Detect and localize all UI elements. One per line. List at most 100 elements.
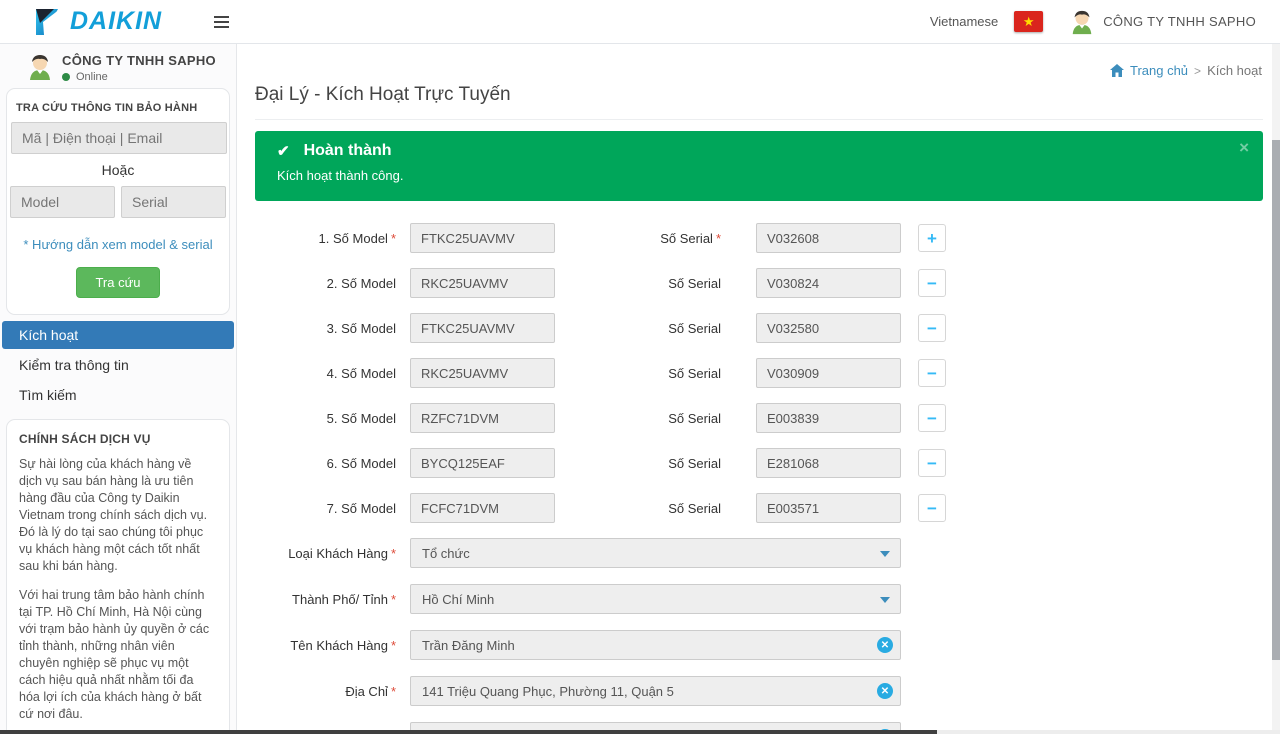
home-icon [1110, 64, 1124, 77]
address-label: Địa Chỉ* [255, 684, 410, 699]
online-status: Online [62, 71, 216, 83]
sidebar-item-kich-hoat[interactable]: Kích hoạt [2, 321, 234, 349]
policy-paragraph: Với hai trung tâm bảo hành chính tại TP.… [19, 587, 217, 723]
product-row: 6. Số Model Số Serial − [255, 448, 1263, 478]
model-input[interactable] [410, 493, 555, 523]
alert-close-icon[interactable]: × [1239, 139, 1249, 156]
model-input[interactable] [410, 313, 555, 343]
sidebar-user-panel: CÔNG TY TNHH SAPHO Online [0, 44, 236, 86]
remove-row-button[interactable]: − [918, 449, 946, 477]
serial-label: Số Serial* [555, 231, 721, 246]
product-row: 4. Số Model Số Serial − [255, 358, 1263, 388]
serial-label: Số Serial [555, 366, 721, 381]
customer-type-value[interactable] [410, 538, 901, 568]
vertical-scrollbar[interactable] [1272, 44, 1280, 730]
app-screen: DAIKIN Vietnamese ★ CÔNG TY TNHH SAPHO [0, 0, 1280, 734]
product-row: 7. Số Model Số Serial − [255, 493, 1263, 523]
city-row: Thành Phố/ Tỉnh* [255, 584, 1263, 614]
model-input[interactable] [410, 448, 555, 478]
product-row: 3. Số Model Số Serial − [255, 313, 1263, 343]
customer-name-label: Tên Khách Hàng* [255, 638, 410, 653]
customer-type-select[interactable] [410, 538, 901, 568]
remove-row-button[interactable]: − [918, 404, 946, 432]
alert-title: Hoàn thành [304, 142, 392, 160]
topbar-right: Vietnamese ★ CÔNG TY TNHH SAPHO [930, 9, 1256, 35]
policy-paragraph: Sự hài lòng của khách hàng về dịch vụ sa… [19, 456, 217, 575]
sidebar-toggle-icon[interactable] [214, 16, 229, 28]
model-input[interactable] [410, 358, 555, 388]
or-label: Hoặc [11, 162, 225, 178]
horizontal-scrollbar-thumb[interactable] [0, 730, 937, 734]
model-label: 1. Số Model* [255, 231, 410, 246]
city-value[interactable] [410, 584, 901, 614]
daikin-logo-mark [34, 8, 64, 36]
model-input[interactable] [410, 403, 555, 433]
breadcrumb-current: Kích hoạt [1207, 63, 1262, 78]
lookup-code-input[interactable] [11, 122, 227, 154]
sidebar-item-kiem-tra-thong-tin[interactable]: Kiểm tra thông tin [2, 351, 234, 379]
sidebar-company-name: CÔNG TY TNHH SAPHO [62, 53, 216, 68]
vertical-scrollbar-thumb[interactable] [1272, 140, 1280, 660]
model-label: 4. Số Model [255, 366, 410, 381]
main-content: Trang chủ > Kích hoạt Đại Lý - Kích Hoạt… [237, 44, 1280, 734]
title-divider [255, 119, 1263, 120]
address-row: Địa Chỉ* ✕ [255, 676, 1263, 706]
daikin-logo[interactable]: DAIKIN [34, 7, 162, 36]
serial-label: Số Serial [555, 501, 721, 516]
lookup-title: TRA CỨU THÔNG TIN BẢO HÀNH [11, 99, 225, 122]
remove-row-button[interactable]: − [918, 359, 946, 387]
customer-name-row: Tên Khách Hàng* ✕ [255, 630, 1263, 660]
model-input[interactable] [410, 223, 555, 253]
remove-row-button[interactable]: − [918, 314, 946, 342]
model-label: 2. Số Model [255, 276, 410, 291]
user-menu[interactable]: CÔNG TY TNHH SAPHO [1069, 9, 1256, 35]
serial-input[interactable] [756, 403, 901, 433]
serial-input[interactable] [756, 493, 901, 523]
chevron-down-icon [880, 597, 890, 603]
customer-name-field: ✕ [410, 630, 901, 660]
city-select[interactable] [410, 584, 901, 614]
breadcrumb: Trang chủ > Kích hoạt [1110, 63, 1262, 78]
address-field: ✕ [410, 676, 901, 706]
model-label: 6. Số Model [255, 456, 410, 471]
top-header: DAIKIN Vietnamese ★ CÔNG TY TNHH SAPHO [0, 0, 1280, 44]
horizontal-scrollbar[interactable] [0, 730, 1280, 734]
user-avatar [1069, 9, 1095, 35]
serial-label: Số Serial [555, 411, 721, 426]
customer-type-label: Loại Khách Hàng* [255, 546, 410, 561]
remove-row-button[interactable]: − [918, 494, 946, 522]
online-dot-icon [62, 73, 70, 81]
sidebar-item-tim-kiem[interactable]: Tìm kiếm [2, 381, 234, 409]
serial-input[interactable] [756, 313, 901, 343]
model-label: 5. Số Model [255, 411, 410, 426]
alert-message: Kích hoạt thành công. [277, 168, 1243, 183]
customer-name-input[interactable] [410, 630, 901, 660]
serial-input[interactable] [756, 358, 901, 388]
sidebar: CÔNG TY TNHH SAPHO Online TRA CỨU THÔNG … [0, 44, 237, 734]
serial-input[interactable] [756, 268, 901, 298]
sidebar-menu: Kích hoạt Kiểm tra thông tin Tìm kiếm [0, 321, 236, 409]
brand-text: DAIKIN [70, 7, 162, 36]
clear-icon[interactable]: ✕ [877, 683, 893, 699]
success-alert: ✔ Hoàn thành Kích hoạt thành công. × [255, 131, 1263, 201]
serial-input[interactable] [756, 448, 901, 478]
model-label: 7. Số Model [255, 501, 410, 516]
policy-title: CHÍNH SÁCH DỊCH VỤ [19, 432, 217, 446]
breadcrumb-home-link[interactable]: Trang chủ [1130, 63, 1188, 78]
language-label[interactable]: Vietnamese [930, 14, 998, 29]
lookup-search-button[interactable]: Tra cứu [76, 267, 159, 298]
add-row-button[interactable]: + [918, 224, 946, 252]
serial-input[interactable] [756, 223, 901, 253]
clear-icon[interactable]: ✕ [877, 637, 893, 653]
warranty-lookup-card: TRA CỨU THÔNG TIN BẢO HÀNH Hoặc * Hướng … [6, 88, 230, 315]
model-serial-guide-link[interactable]: * Hướng dẫn xem model & serial [11, 237, 225, 252]
lookup-model-input[interactable] [10, 186, 115, 218]
vietnam-flag-icon[interactable]: ★ [1014, 11, 1043, 32]
service-policy-card: CHÍNH SÁCH DỊCH VỤ Sự hài lòng của khách… [6, 419, 230, 734]
remove-row-button[interactable]: − [918, 269, 946, 297]
model-input[interactable] [410, 268, 555, 298]
serial-label: Số Serial [555, 456, 721, 471]
lookup-serial-input[interactable] [121, 186, 226, 218]
address-input[interactable] [410, 676, 901, 706]
page-title: Đại Lý - Kích Hoạt Trực Tuyến [255, 84, 1263, 106]
